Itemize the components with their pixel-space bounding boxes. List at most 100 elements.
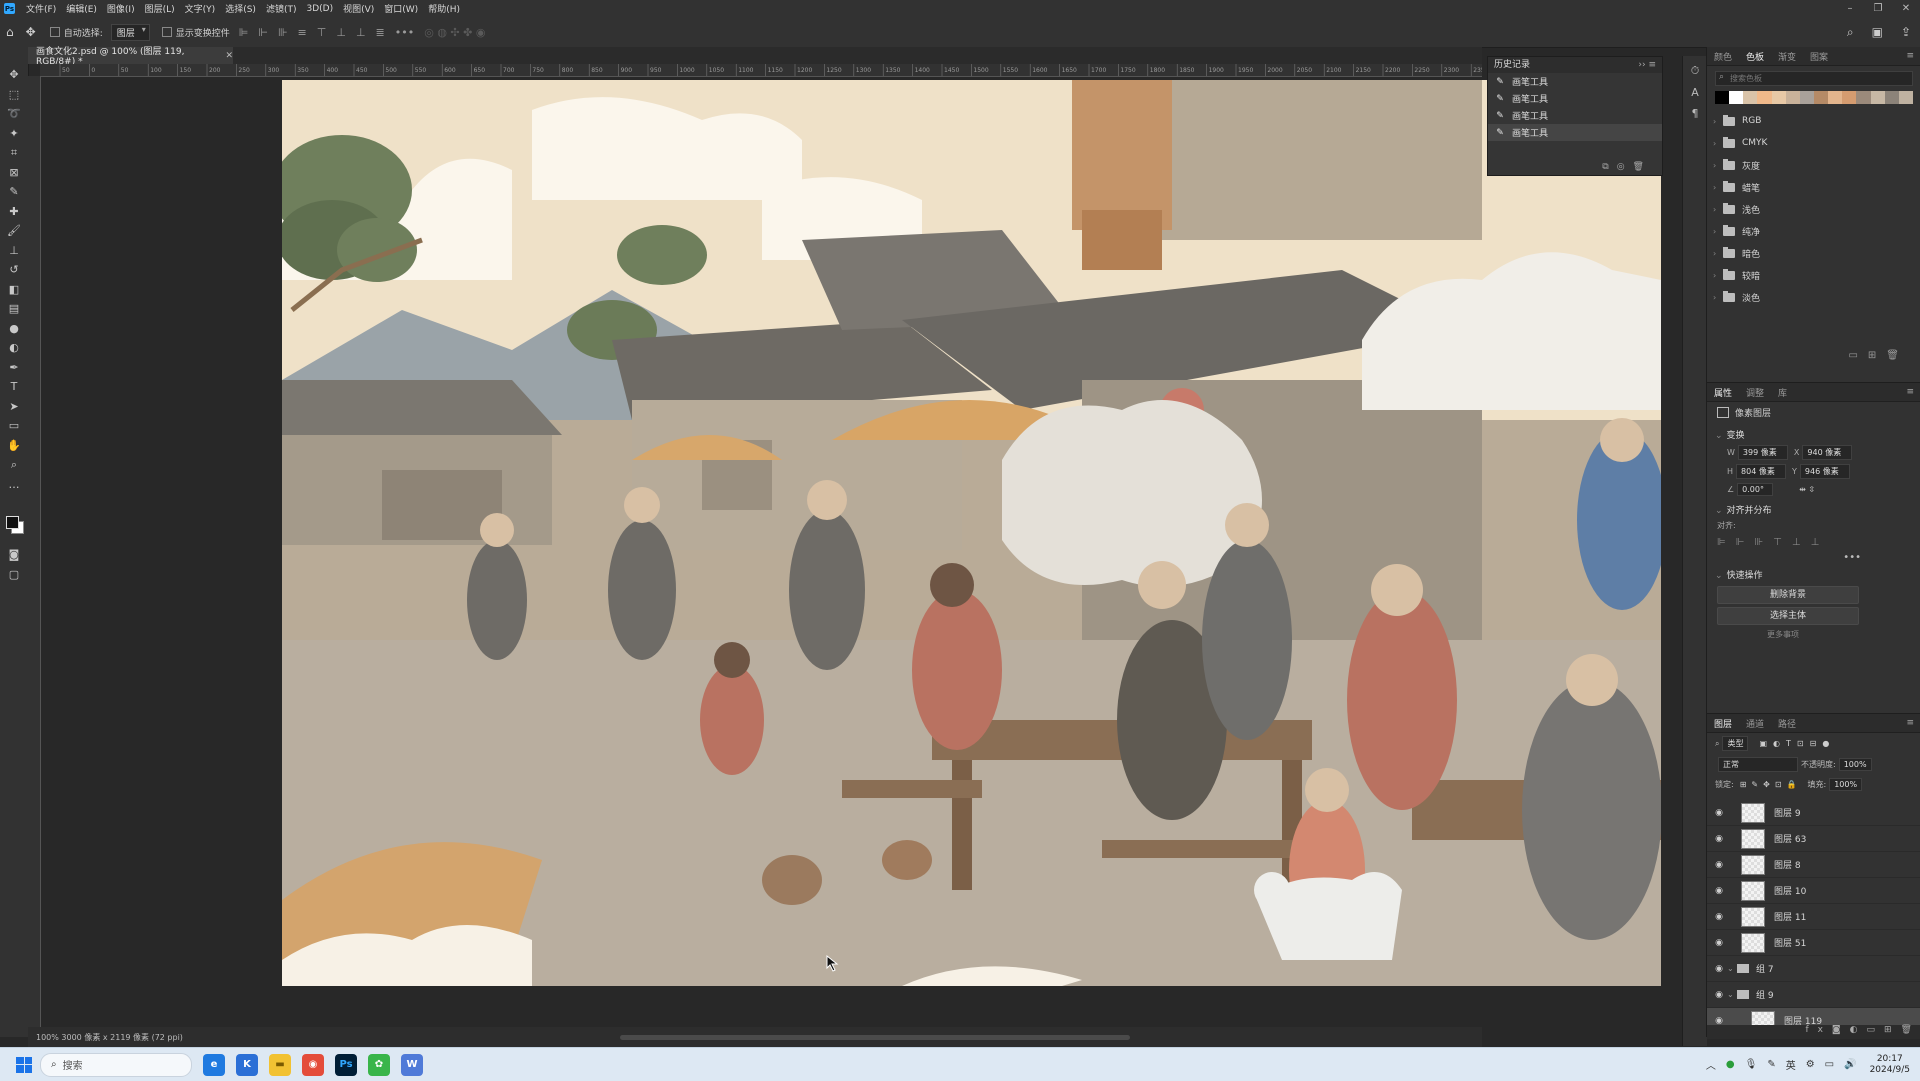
- close-window-button[interactable]: ✕: [1892, 0, 1920, 17]
- auto-select-dropdown[interactable]: 图层: [110, 23, 150, 41]
- visibility-eye-icon[interactable]: ◉: [1711, 912, 1727, 922]
- microphone-icon[interactable]: 🎙: [1745, 1059, 1758, 1070]
- swatch-group[interactable]: › CMYK: [1707, 132, 1920, 154]
- taskbar-search-input[interactable]: ⌕ 搜索: [40, 1052, 192, 1077]
- layer-filter-icons[interactable]: ▣◐T⊡⊟●: [1759, 739, 1835, 748]
- align-buttons[interactable]: ⊫ ⊩ ⊪ ⊤ ⊥ ⊥: [1707, 533, 1920, 552]
- align-left-icon[interactable]: ⊫: [239, 26, 249, 39]
- move-icon[interactable]: ✥: [0, 65, 28, 85]
- photoshop-taskbar-icon[interactable]: Ps: [335, 1053, 357, 1076]
- panel-menu-icon[interactable]: ≡: [1899, 718, 1920, 728]
- chrome-icon[interactable]: ◉: [302, 1053, 324, 1076]
- layers-footer-icons[interactable]: fx◙◐▭⊞🗑: [1707, 1025, 1920, 1039]
- menu-help[interactable]: 帮助(H): [423, 2, 465, 15]
- marquee-icon[interactable]: ⬚: [0, 85, 28, 105]
- align-top-icon[interactable]: ⊤: [317, 26, 327, 39]
- color-swatch[interactable]: [1799, 91, 1814, 104]
- color-swatch[interactable]: [1743, 91, 1758, 104]
- color-swatch[interactable]: [1813, 91, 1829, 104]
- layer-row[interactable]: ◉ 图层 51: [1707, 930, 1920, 956]
- height-input[interactable]: 804 像素: [1736, 464, 1787, 479]
- restore-button[interactable]: ❐: [1864, 0, 1892, 17]
- align-right-icon[interactable]: ⊪: [278, 26, 288, 39]
- eyedropper-icon[interactable]: ✎: [0, 182, 28, 202]
- layer-filter-dropdown[interactable]: 类型: [1722, 736, 1749, 751]
- quick-mask-icon[interactable]: ◙: [0, 545, 28, 565]
- swatch-group[interactable]: › RGB: [1707, 110, 1920, 132]
- remove-background-button[interactable]: 删除背景: [1717, 586, 1859, 604]
- workspace-icon[interactable]: ▣: [1872, 25, 1883, 39]
- y-input[interactable]: 946 像素: [1799, 464, 1850, 479]
- history-panel-icon[interactable]: ⏱: [1683, 64, 1707, 78]
- visibility-eye-icon[interactable]: ◉: [1711, 938, 1727, 948]
- angle-input[interactable]: 0.00°: [1737, 483, 1774, 496]
- visibility-eye-icon[interactable]: ◉: [1711, 886, 1727, 896]
- dodge-icon[interactable]: ◐: [0, 338, 28, 358]
- menu-select[interactable]: 选择(S): [220, 2, 261, 15]
- align-center-icon[interactable]: ⊩: [258, 26, 268, 39]
- edit-toolbar-icon[interactable]: …: [0, 475, 28, 495]
- w-app-icon[interactable]: W: [401, 1053, 423, 1076]
- history-item[interactable]: ✎ 画笔工具: [1488, 73, 1662, 90]
- menu-3d[interactable]: 3D(D): [301, 4, 338, 14]
- file-explorer-icon[interactable]: ▬: [269, 1053, 291, 1076]
- stamp-icon[interactable]: ⊥: [0, 241, 28, 261]
- align-bottom-icon[interactable]: ⊥: [356, 26, 366, 39]
- paragraph-panel-icon[interactable]: ¶: [1683, 107, 1707, 120]
- more-options-icon[interactable]: •••: [395, 26, 414, 39]
- more-align-icon[interactable]: •••: [1707, 552, 1920, 563]
- rectangle-icon[interactable]: ▭: [0, 416, 28, 436]
- gradient-icon[interactable]: ▤: [0, 299, 28, 319]
- frame-icon[interactable]: ⊠: [0, 163, 28, 183]
- x-input[interactable]: 940 像素: [1802, 445, 1853, 460]
- home-icon[interactable]: ⌂: [6, 25, 14, 39]
- color-swatch[interactable]: [1771, 91, 1786, 104]
- visibility-eye-icon[interactable]: ◉: [1711, 964, 1727, 974]
- path-select-icon[interactable]: ➤: [0, 397, 28, 417]
- width-input[interactable]: 399 像素: [1737, 445, 1788, 460]
- menu-edit[interactable]: 编辑(E): [61, 2, 102, 15]
- history-item-selected[interactable]: ✎ 画笔工具: [1488, 124, 1662, 141]
- close-tab-icon[interactable]: ✕: [225, 51, 233, 61]
- opacity-input[interactable]: 100%: [1838, 758, 1872, 771]
- color-swatch[interactable]: [1898, 91, 1913, 104]
- type-icon[interactable]: T: [0, 377, 28, 397]
- eraser-icon[interactable]: ◧: [0, 280, 28, 300]
- swatch-group[interactable]: › 暗色: [1707, 242, 1920, 264]
- menu-type[interactable]: 文字(Y): [180, 2, 221, 15]
- swatch-group[interactable]: › 浅色: [1707, 198, 1920, 220]
- green-app-icon[interactable]: ✿: [368, 1053, 390, 1076]
- layer-row[interactable]: ◉ 图层 63: [1707, 826, 1920, 852]
- color-swatch[interactable]: [1870, 91, 1885, 104]
- flip-icons[interactable]: ⇹ ⇳: [1799, 485, 1815, 494]
- swatches-search-input[interactable]: 搜索色板: [1715, 71, 1913, 86]
- screen-mode-icon[interactable]: ▢: [0, 565, 28, 585]
- select-subject-button[interactable]: 选择主体: [1717, 607, 1859, 625]
- auto-select-checkbox[interactable]: [49, 27, 60, 37]
- tab-patterns[interactable]: 图案: [1803, 50, 1835, 63]
- history-brush-icon[interactable]: ↺: [0, 260, 28, 280]
- artwork-canvas[interactable]: [282, 80, 1661, 986]
- document-tab[interactable]: 画食文化2.psd @ 100% (图层 119, RGB/8#) * ✕: [28, 47, 233, 67]
- panel-menu-icon[interactable]: ≡: [1899, 387, 1920, 397]
- color-swatch[interactable]: [1856, 91, 1871, 104]
- pen-icon[interactable]: ✎: [1767, 1059, 1775, 1070]
- clock[interactable]: 20:17 2024/9/5: [1870, 1054, 1910, 1076]
- tab-color[interactable]: 颜色: [1707, 50, 1739, 63]
- healing-brush-icon[interactable]: ✚: [0, 202, 28, 222]
- settings-icon[interactable]: ⚙: [1806, 1059, 1815, 1070]
- tab-properties[interactable]: 属性: [1707, 386, 1739, 399]
- distribute-icon[interactable]: ≡: [298, 26, 307, 39]
- visibility-eye-icon[interactable]: ◉: [1711, 860, 1727, 870]
- color-swatch[interactable]: [1828, 91, 1843, 104]
- horizontal-scrollbar[interactable]: [620, 1035, 1130, 1040]
- volume-icon[interactable]: 🔊: [1844, 1059, 1856, 1070]
- swatch-group[interactable]: › 蜡笔: [1707, 176, 1920, 198]
- transform-section-header[interactable]: ⌄ 变换: [1707, 423, 1920, 443]
- hand-icon[interactable]: ✋: [0, 436, 28, 456]
- tab-adjustments[interactable]: 调整: [1739, 386, 1771, 399]
- chevron-down-icon[interactable]: ⌄: [1727, 990, 1737, 999]
- tab-channels[interactable]: 通道: [1739, 717, 1771, 730]
- menu-file[interactable]: 文件(F): [21, 2, 61, 15]
- minimize-button[interactable]: –: [1836, 0, 1864, 17]
